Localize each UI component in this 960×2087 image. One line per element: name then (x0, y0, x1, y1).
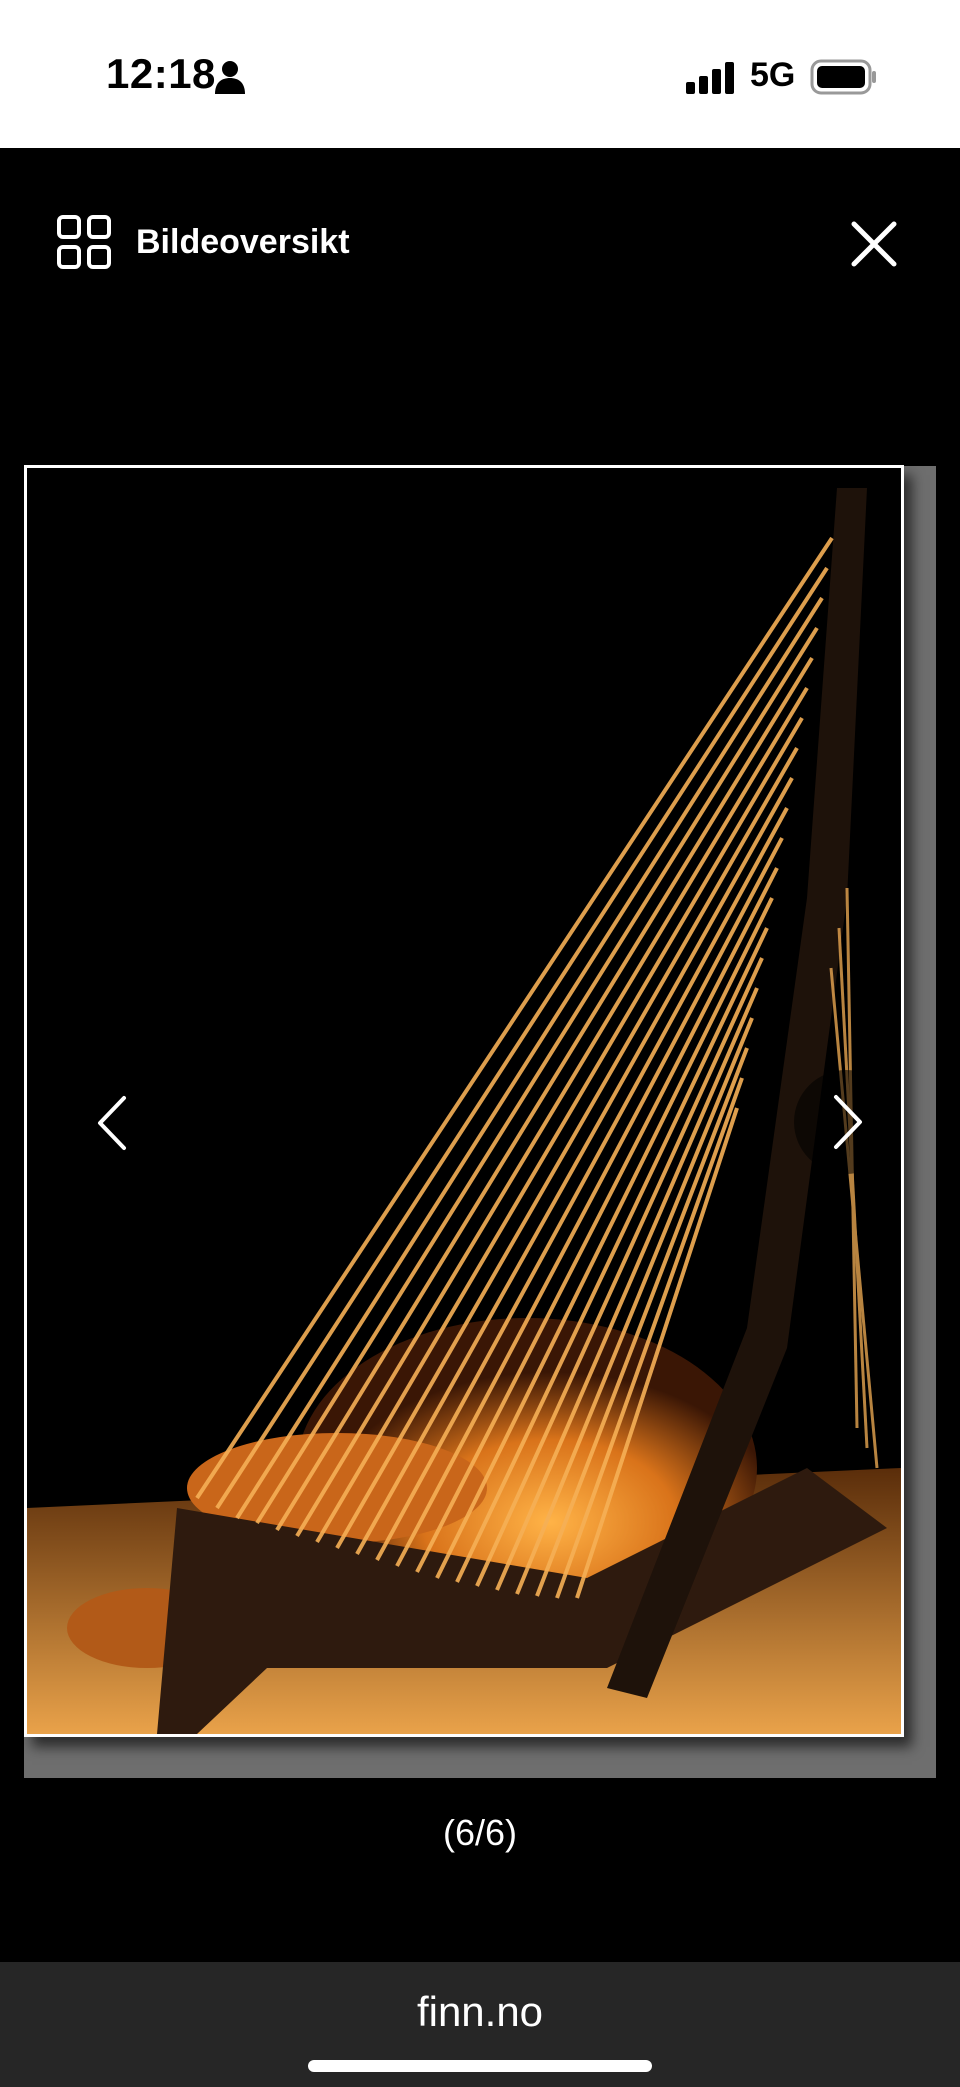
url-label[interactable]: finn.no (0, 1988, 960, 2036)
image-counter: (6/6) (442, 1812, 518, 1853)
network-label: 5G (750, 56, 796, 94)
signal-icon (686, 62, 734, 94)
status-bar: 12:18 5G (0, 0, 960, 148)
browser-address-bar[interactable]: finn.no (0, 1962, 960, 2087)
image-overview-button[interactable]: Bildeoversikt (56, 212, 350, 272)
listing-photo[interactable] (27, 468, 901, 1734)
photo-frame (24, 465, 904, 1737)
viewer-header: Bildeoversikt (0, 148, 960, 338)
screen: 12:18 5G Bildeoversikt (6/6) finn.no (0, 0, 960, 2087)
close-icon[interactable] (846, 216, 902, 272)
chevron-left-icon (98, 1096, 126, 1150)
next-image-button[interactable] (794, 1070, 898, 1174)
status-time: 12:18 (106, 50, 216, 97)
person-icon (215, 61, 245, 94)
battery-icon (810, 59, 876, 95)
image-overview-label: Bildeoversikt (136, 222, 350, 261)
previous-image-button[interactable] (86, 1090, 142, 1156)
home-indicator[interactable] (308, 2060, 652, 2072)
chevron-right-icon (834, 1095, 862, 1149)
grid-icon (57, 215, 111, 269)
harp-chair-image (27, 468, 901, 1734)
